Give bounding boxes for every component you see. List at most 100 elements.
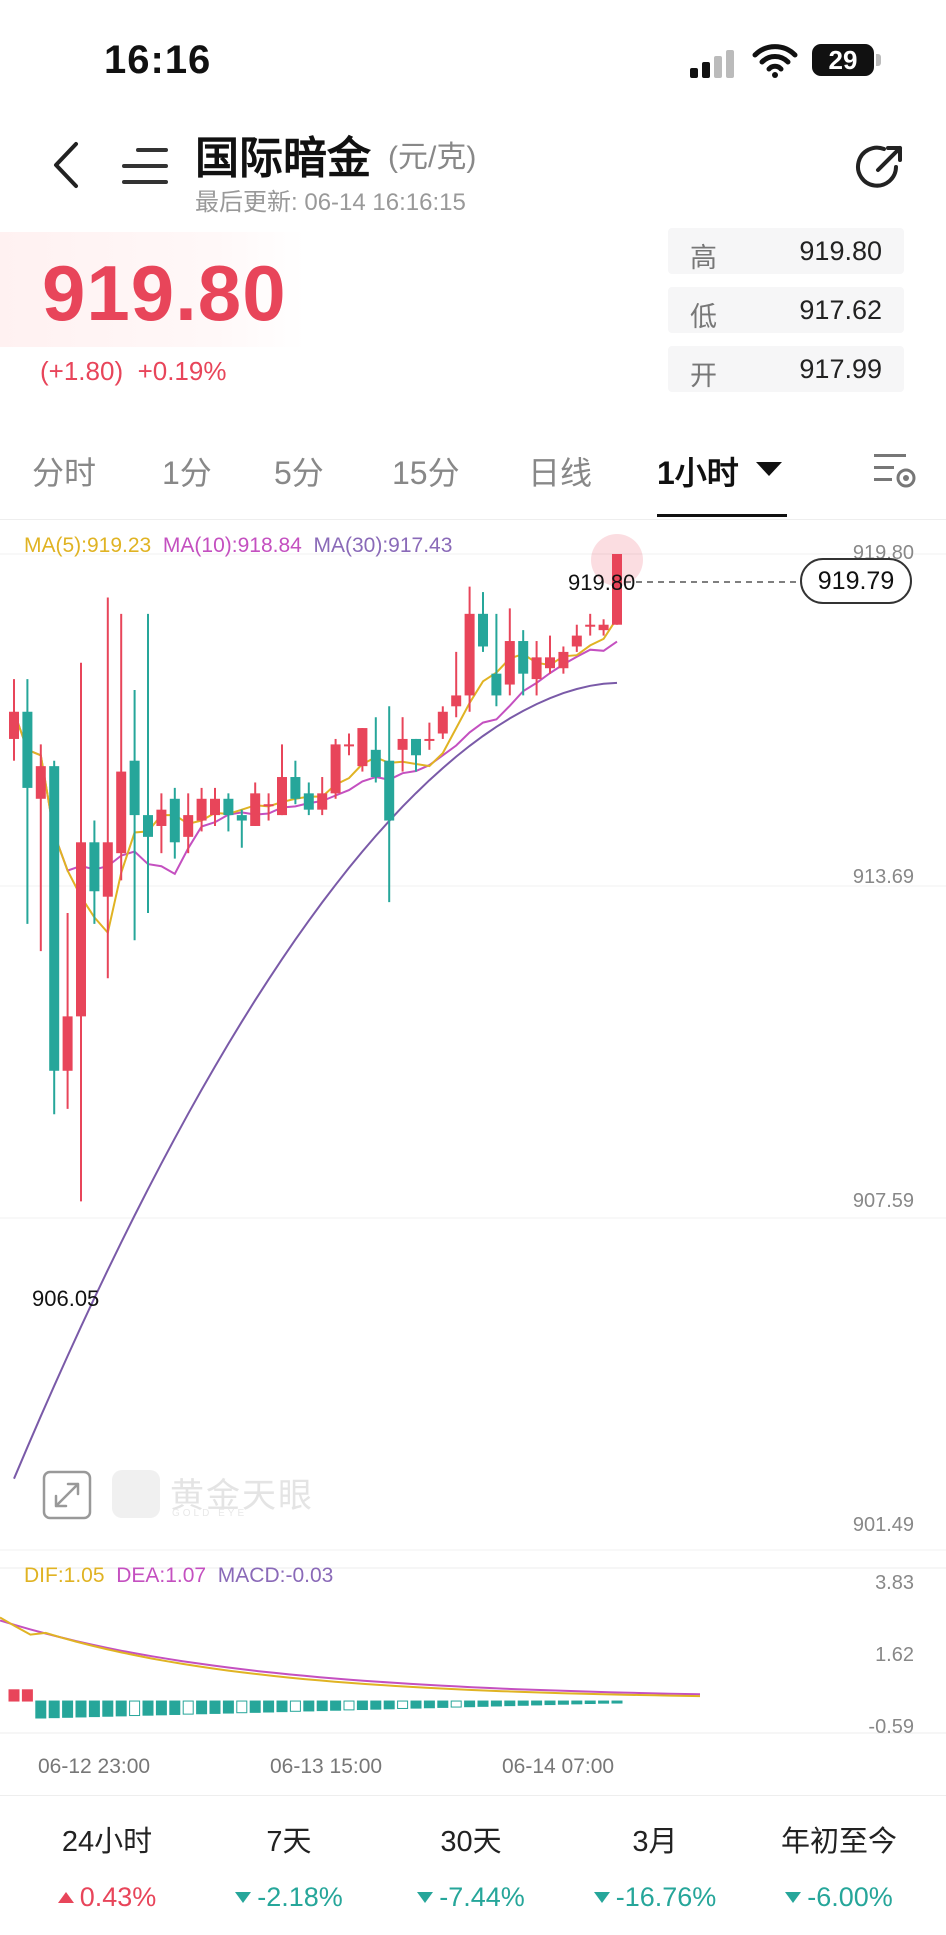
candle-body	[49, 766, 60, 1071]
macd-bar	[383, 1700, 395, 1710]
candle-body	[263, 804, 274, 807]
chart-settings-icon[interactable]	[870, 448, 918, 492]
tab-15min[interactable]: 15分	[392, 448, 460, 494]
macd-bar	[142, 1700, 154, 1716]
macd-bar	[557, 1700, 569, 1705]
back-icon[interactable]	[46, 140, 86, 190]
battery-indicator: 29	[812, 44, 874, 76]
dea-legend: DEA:1.07	[116, 1564, 207, 1587]
period-value-text: -2.18%	[257, 1882, 343, 1912]
candle-body	[384, 760, 395, 821]
candle-body	[62, 1016, 73, 1071]
high-row: 高 919.80	[668, 228, 904, 274]
macd-bar	[303, 1700, 315, 1712]
watermark-subtitle: GOLD EYE	[172, 1508, 248, 1519]
candle-body	[491, 673, 502, 696]
candle-body	[35, 766, 46, 799]
tab-1min[interactable]: 1分	[162, 448, 212, 494]
period-value: -16.76%	[580, 1882, 730, 1913]
candle-body	[317, 793, 328, 810]
macd-bar	[343, 1700, 355, 1711]
macd-bar	[584, 1700, 596, 1705]
unit-label: (元/克)	[388, 141, 477, 174]
watermark-logo	[112, 1470, 160, 1518]
period-24h[interactable]: 24小时 0.43%	[32, 1818, 182, 1913]
period-label: 24小时	[61, 1826, 153, 1858]
macd-bar	[75, 1700, 87, 1718]
dif-line	[0, 1616, 701, 1698]
candle-body	[531, 657, 542, 680]
candle-body	[76, 842, 86, 1017]
low-row: 低 917.62	[668, 287, 904, 333]
price-change: (+1.80) +0.19%	[40, 356, 226, 387]
period-value-text: -7.44%	[439, 1882, 525, 1912]
candlestick-chart[interactable]	[0, 520, 946, 1790]
candle-body	[196, 798, 207, 821]
expand-icon[interactable]	[42, 1470, 92, 1520]
candle-body	[518, 641, 529, 674]
down-triangle-icon	[235, 1892, 252, 1903]
period-ytd[interactable]: 年初至今 -6.00%	[764, 1818, 914, 1913]
candle-body	[9, 711, 19, 739]
period-label: 7天	[266, 1826, 312, 1858]
candle-body	[143, 815, 153, 837]
period-value: -2.18%	[214, 1882, 364, 1913]
bottom-divider	[0, 1795, 946, 1796]
macd-bar	[102, 1700, 114, 1717]
ma30-legend: MA(30):917.43	[313, 534, 453, 557]
macd-bar	[504, 1700, 516, 1707]
macd-bar	[544, 1700, 556, 1706]
macd-bar	[48, 1700, 60, 1719]
macd-bar	[330, 1700, 342, 1711]
macd-value-legend: MACD:-0.03	[217, 1564, 334, 1587]
macd-bar	[598, 1700, 610, 1704]
candle-body	[303, 793, 314, 810]
macd-bar	[263, 1700, 275, 1713]
candle-body	[464, 613, 475, 696]
candle-body	[437, 711, 448, 734]
tab-intraday[interactable]: 分时	[32, 448, 96, 494]
last-updated: 最后更新: 06-14 16:16:15	[195, 182, 466, 217]
macd-bar	[410, 1700, 422, 1709]
macd-bar	[196, 1700, 208, 1715]
time-axis-label: 06-12 23:00	[38, 1755, 151, 1778]
candle-body	[102, 842, 113, 897]
period-label: 年初至今	[780, 1826, 897, 1858]
macd-bar	[437, 1700, 449, 1708]
candle-body	[330, 744, 341, 794]
macd-bar	[21, 1689, 33, 1702]
macd-bar	[115, 1700, 127, 1717]
candle-body	[236, 815, 247, 821]
candle-body	[89, 842, 100, 892]
candle-body	[424, 738, 435, 741]
macd-bar	[155, 1700, 167, 1716]
chevron-down-icon[interactable]	[756, 462, 782, 476]
macd-bar	[477, 1700, 489, 1707]
open-value: 917.99	[799, 354, 882, 384]
macd-bar	[423, 1700, 435, 1709]
macd-bar	[289, 1700, 301, 1712]
macd-bar	[370, 1700, 382, 1710]
period-30d[interactable]: 30天 -7.44%	[396, 1818, 546, 1913]
macd-bar	[571, 1700, 583, 1705]
tab-1hour[interactable]: 1小时	[657, 448, 739, 494]
high-label: 高	[690, 243, 717, 273]
y-axis-label: 901.49	[852, 1514, 914, 1536]
tab-daily[interactable]: 日线	[528, 448, 592, 494]
macd-axis-label: 1.62	[875, 1644, 914, 1666]
period-value-text: -16.76%	[615, 1882, 717, 1912]
y-axis-label: 907.59	[852, 1190, 914, 1212]
period-3m[interactable]: 3月 -16.76%	[580, 1818, 730, 1913]
macd-bar	[316, 1700, 328, 1712]
macd-bar	[236, 1700, 248, 1714]
open-label: 开	[690, 361, 717, 391]
menu-icon[interactable]	[122, 148, 168, 186]
down-triangle-icon	[593, 1892, 610, 1903]
ma10-line	[13, 640, 618, 876]
share-icon[interactable]	[854, 140, 908, 194]
last-updated-time: 06-14 16:16:15	[304, 189, 466, 216]
macd-bar	[531, 1700, 543, 1706]
tab-5min[interactable]: 5分	[274, 448, 324, 494]
period-7d[interactable]: 7天 -2.18%	[214, 1818, 364, 1913]
macd-bar	[276, 1700, 288, 1713]
